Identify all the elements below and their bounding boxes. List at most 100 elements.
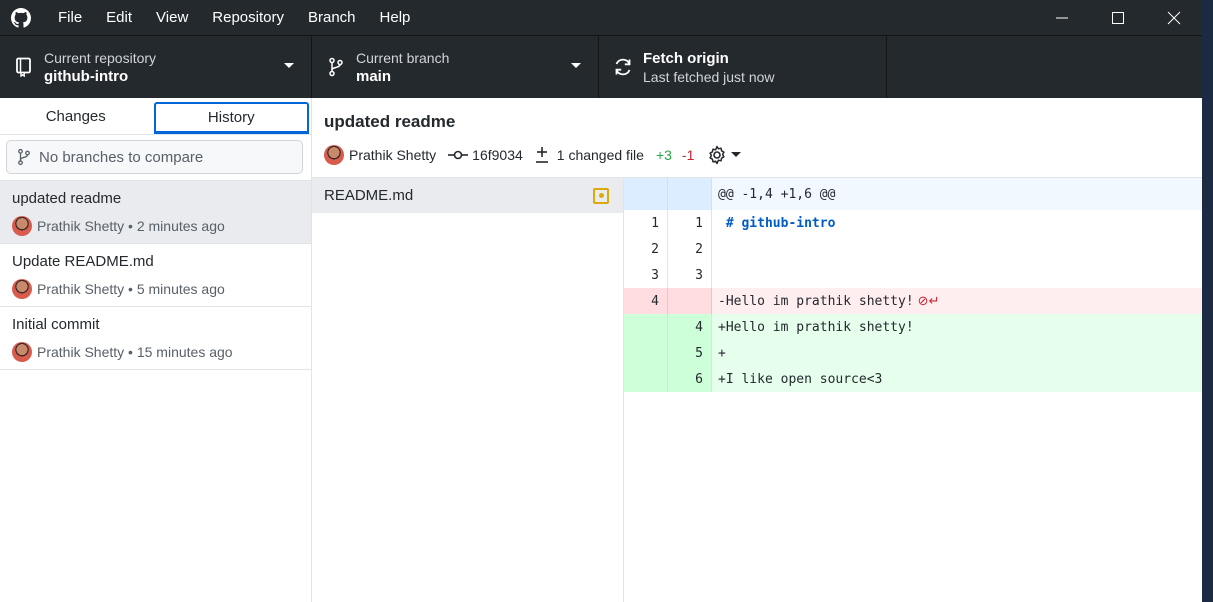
diff-line-text: +I like open source<3 <box>718 371 883 387</box>
file-list-item[interactable]: README.md <box>312 178 623 213</box>
sidebar-tabs: Changes History <box>0 98 311 135</box>
commit-list-item[interactable]: Initial commit Prathik Shetty • 15 minut… <box>0 307 311 370</box>
additions-count: +3 <box>655 147 672 163</box>
meta-separator: • <box>124 281 137 297</box>
close-button[interactable] <box>1146 0 1202 35</box>
repo-name: github-intro <box>44 67 129 85</box>
title-bar: File Edit View Repository Branch Help <box>0 0 1202 35</box>
commit-title: Update README.md <box>12 253 154 270</box>
branch-compare-input[interactable]: No branches to compare <box>6 140 303 174</box>
branch-icon <box>324 55 348 79</box>
meta-separator: • <box>124 344 137 360</box>
new-line-number: 6 <box>668 366 712 392</box>
commit-detail: updated readme Prathik Shetty 16f9034 1 … <box>312 98 1202 602</box>
menu-file[interactable]: File <box>58 9 82 26</box>
commit-summary: updated readme <box>324 112 456 131</box>
new-line-number <box>668 288 712 314</box>
old-line-number <box>624 314 668 340</box>
fetch-status: Last fetched just now <box>643 68 775 85</box>
diff-options-button[interactable] <box>706 144 742 166</box>
file-name: README.md <box>324 187 414 204</box>
commit-author: Prathik Shetty <box>37 281 125 297</box>
minimize-button[interactable] <box>1034 0 1090 35</box>
diff-view[interactable]: @@ -1,4 +1,6 @@ 1 1 # github-intro 2 2 3… <box>624 178 1202 602</box>
gear-icon <box>709 145 726 165</box>
new-line-number: 2 <box>668 236 712 262</box>
avatar <box>12 216 32 236</box>
changed-files-count: 1 changed file <box>556 147 644 163</box>
commit-list-item[interactable]: updated readme Prathik Shetty • 2 minute… <box>0 181 311 244</box>
minimize-icon <box>1056 17 1068 18</box>
commit-sha: 16f9034 <box>472 147 523 163</box>
new-line-number: 4 <box>668 314 712 340</box>
commit-author: Prathik Shetty <box>349 147 437 163</box>
commit-list: updated readme Prathik Shetty • 2 minute… <box>0 180 311 370</box>
menu-branch[interactable]: Branch <box>308 9 356 26</box>
menu-help[interactable]: Help <box>380 9 411 26</box>
compare-placeholder: No branches to compare <box>39 148 204 166</box>
fetch-origin-button[interactable]: Fetch origin Last fetched just now <box>599 36 887 98</box>
old-line-number <box>624 340 668 366</box>
diff-line-added[interactable]: 6 +I like open source<3 <box>624 366 1202 392</box>
commit-time: 5 minutes ago <box>136 281 225 297</box>
branch-icon <box>18 148 30 166</box>
caret-down-icon <box>731 152 742 157</box>
diff-line-text: +Hello im prathik shetty! <box>718 319 914 335</box>
diff-line[interactable]: 2 2 <box>624 236 1202 262</box>
tab-changes[interactable]: Changes <box>0 98 152 134</box>
meta-separator: • <box>124 218 137 234</box>
commit-header: updated readme Prathik Shetty 16f9034 1 … <box>312 98 1202 178</box>
commit-title: updated readme <box>12 190 122 207</box>
menu-repository[interactable]: Repository <box>212 9 284 26</box>
avatar <box>12 342 32 362</box>
chevron-down-icon <box>284 63 294 68</box>
diff-line-text: -Hello im prathik shetty! <box>718 293 914 309</box>
diff-line-text <box>712 262 1202 288</box>
avatar <box>12 279 32 299</box>
repo-icon <box>12 55 36 79</box>
menu-edit[interactable]: Edit <box>106 9 132 26</box>
changed-files-list: README.md <box>312 178 624 602</box>
tab-history[interactable]: History <box>153 102 309 134</box>
desktop-background <box>1202 0 1213 602</box>
diff-line[interactable]: 3 3 <box>624 262 1202 288</box>
branch-label: Current branch <box>356 49 450 66</box>
menu-view[interactable]: View <box>156 9 188 26</box>
branch-name: main <box>356 67 392 85</box>
diff-line-added[interactable]: 4 +Hello im prathik shetty! <box>624 314 1202 340</box>
avatar <box>324 145 344 165</box>
diff-icon <box>535 147 548 163</box>
old-line-number: 1 <box>624 210 668 236</box>
deletions-count: -1 <box>681 147 695 163</box>
close-icon <box>1167 11 1181 24</box>
hunk-text: @@ -1,4 +1,6 @@ <box>718 186 836 202</box>
toolbar: Current repository github-intro Current … <box>0 35 1202 98</box>
sidebar: Changes History No branches to compare u… <box>0 98 312 602</box>
diff-hunk-header: @@ -1,4 +1,6 @@ <box>624 178 1202 210</box>
diff-line-deleted[interactable]: 4 -Hello im prathik shetty! ⊘↵ <box>624 288 1202 314</box>
new-line-number: 3 <box>668 262 712 288</box>
old-line-number: 2 <box>624 236 668 262</box>
no-newline-icon: ⊘↵ <box>917 293 940 309</box>
app-window: File Edit View Repository Branch Help Cu… <box>0 0 1202 602</box>
old-line-number <box>624 366 668 392</box>
current-branch-button[interactable]: Current branch main <box>312 36 599 98</box>
new-line-number: 1 <box>668 210 712 236</box>
current-repository-button[interactable]: Current repository github-intro <box>0 36 312 98</box>
repo-label: Current repository <box>44 49 157 66</box>
new-line-number: 5 <box>668 340 712 366</box>
commit-list-item[interactable]: Update README.md Prathik Shetty • 5 minu… <box>0 244 311 307</box>
git-commit-icon <box>448 150 469 160</box>
diff-line-text: # github-intro <box>718 215 836 231</box>
diff-line-text: + <box>718 345 726 361</box>
commit-sha-button[interactable]: 16f9034 <box>448 147 523 163</box>
old-line-number: 4 <box>624 288 668 314</box>
commit-time: 15 minutes ago <box>136 344 233 360</box>
old-line-number: 3 <box>624 262 668 288</box>
commit-author: Prathik Shetty <box>37 344 125 360</box>
fetch-title: Fetch origin <box>643 49 729 67</box>
diff-line-added[interactable]: 5 + <box>624 340 1202 366</box>
maximize-icon <box>1112 11 1124 24</box>
maximize-button[interactable] <box>1090 0 1146 35</box>
diff-line[interactable]: 1 1 # github-intro <box>624 210 1202 236</box>
